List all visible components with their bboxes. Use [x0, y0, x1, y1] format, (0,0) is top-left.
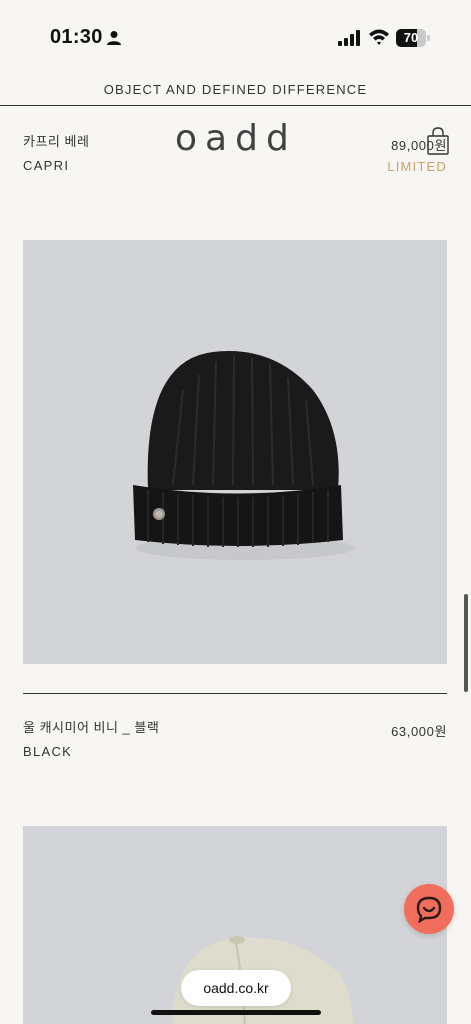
chat-icon: [416, 896, 442, 923]
signal-icon: [338, 30, 360, 46]
product-price: 89,000원: [391, 138, 447, 153]
home-indicator[interactable]: [151, 1010, 321, 1015]
product-name-english[interactable]: BLACK: [23, 744, 72, 759]
beanie-illustration: [133, 351, 355, 560]
product-price: 63,000원: [391, 724, 447, 739]
status-bar: 01:30 70: [0, 0, 471, 72]
header-divider: [0, 105, 471, 106]
scrollbar[interactable]: [464, 594, 468, 692]
chat-button[interactable]: [404, 884, 454, 934]
status-time: 01:30: [50, 26, 103, 48]
product-name-korean[interactable]: 카프리 베레: [23, 131, 89, 150]
product-name-korean[interactable]: 울 캐시미어 비니 _ 블랙: [23, 717, 159, 736]
product-divider: [23, 693, 447, 694]
brand-logo[interactable]: oadd: [175, 118, 297, 159]
brand-tagline: OBJECT AND DEFINED DIFFERENCE: [103, 82, 368, 97]
limited-badge: LIMITED: [387, 159, 447, 174]
wifi-icon: [369, 29, 389, 45]
browser-url-bar[interactable]: oadd.co.kr: [181, 970, 291, 1006]
battery-icon: 70: [396, 29, 430, 47]
product-name-english[interactable]: CAPRI: [23, 158, 69, 173]
battery-level-text: 70: [403, 30, 419, 45]
product-image-beanie[interactable]: [23, 240, 447, 664]
person-icon: [107, 31, 121, 45]
